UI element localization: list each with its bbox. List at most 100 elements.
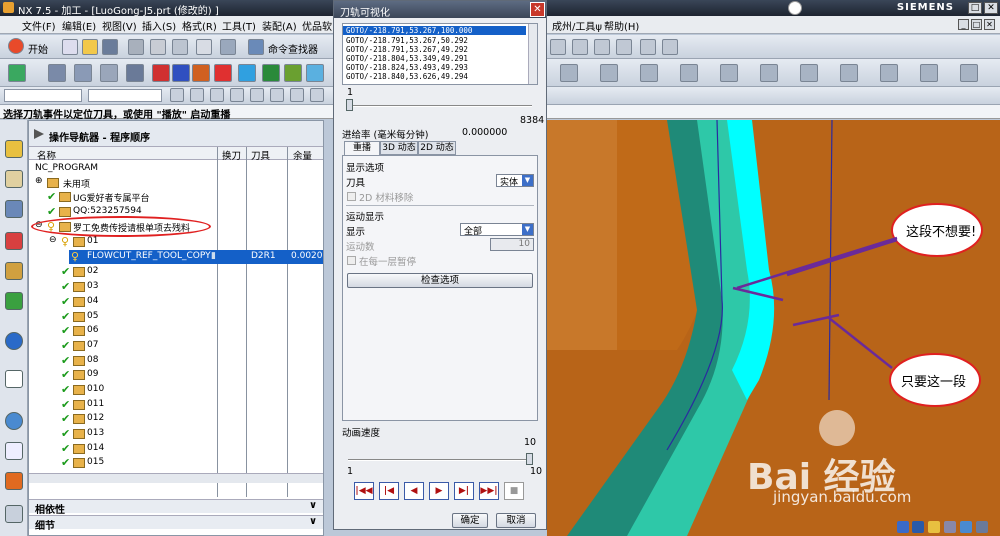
ok-button[interactable]: 确定 (452, 513, 488, 528)
palette-icon[interactable] (5, 292, 23, 310)
paste-icon[interactable] (172, 39, 188, 55)
filter-icon-1[interactable] (170, 88, 184, 102)
goto-line-selected[interactable]: GOTO/-218.791,53.267,100.000 (343, 26, 526, 35)
menu-edit[interactable]: 编辑(E) (62, 18, 96, 33)
view-icon-4[interactable] (680, 64, 698, 82)
play-reverse-button[interactable]: ◀ (404, 482, 424, 500)
details-panel[interactable]: 细节 ∨ (29, 515, 323, 532)
pin-icon[interactable] (34, 129, 44, 139)
goto-list[interactable]: GOTO/-218.791,53.267,100.000 GOTO/-218.7… (342, 23, 538, 85)
tree-row-group[interactable]: ✔ 013 (29, 427, 319, 441)
tree-row-group[interactable]: ✔ 03 (29, 280, 319, 294)
menu-assembly[interactable]: 装配(A) (262, 18, 297, 33)
tab-2d-dynamic[interactable]: 2D 动态 (418, 141, 456, 155)
tree-row-group[interactable]: ✔ 05 (29, 310, 319, 324)
view-icon-5[interactable] (720, 64, 738, 82)
position-slider-knob[interactable] (346, 99, 353, 111)
filter-icon-6[interactable] (270, 88, 284, 102)
tree-row-group[interactable]: ✔ 015 (29, 456, 319, 470)
material-remove-checkbox[interactable] (347, 192, 356, 201)
tree-row-group[interactable]: ✔ UG爱好者专属平台 (29, 190, 319, 204)
column-name[interactable]: 名称 (37, 148, 56, 162)
new-file-icon[interactable] (62, 39, 78, 55)
tree-row-group[interactable]: ✔ 07 (29, 339, 319, 353)
bottom-resource-icon[interactable] (5, 505, 23, 523)
part-navigator-icon[interactable] (5, 200, 23, 218)
column-tool[interactable]: 刀具 (251, 148, 270, 162)
step-back-button[interactable]: |◀ (379, 482, 399, 500)
operation-navigator-icon[interactable] (5, 232, 23, 250)
collapse-minus-icon[interactable]: ⊖ (49, 235, 57, 245)
bucket-icon[interactable] (284, 64, 302, 82)
fast-forward-to-end-button[interactable]: ▶▶| (479, 482, 499, 500)
assembly-navigator-icon[interactable] (5, 140, 23, 158)
menu-plugin[interactable]: 优品软 (302, 18, 332, 33)
display-mode-dropdown[interactable]: 全部 ▼ (460, 223, 534, 237)
goto-line[interactable]: GOTO/-218.804,53.349,49.291 (346, 54, 468, 63)
menu-tools[interactable]: 工具(T) (222, 18, 256, 33)
tree-row-group[interactable]: ✔ 012 (29, 412, 319, 426)
create-program-icon[interactable] (48, 64, 66, 82)
solid-cube-icon[interactable] (262, 64, 280, 82)
view-icon-10[interactable] (920, 64, 938, 82)
cut-icon[interactable] (128, 39, 144, 55)
cam-green-icon[interactable] (8, 64, 26, 82)
tab-3d-dynamic[interactable]: 3D 动态 (380, 141, 418, 155)
tree-row-nc-program[interactable]: NC_PROGRAM (29, 162, 319, 176)
check-options-button[interactable]: 检查选项 (347, 273, 533, 288)
expand-plus-icon[interactable]: ⊕ (35, 176, 43, 186)
view-icon-8[interactable] (840, 64, 858, 82)
view-icon-3[interactable] (640, 64, 658, 82)
cube-icon[interactable] (238, 64, 256, 82)
undo-icon[interactable] (220, 39, 236, 55)
list-scrollbar[interactable] (528, 24, 537, 84)
generate-icon[interactable] (152, 64, 170, 82)
tool-display-dropdown[interactable]: 实体 ▼ (496, 174, 534, 188)
goto-line[interactable]: GOTO/-218.791,53.267,50.292 (346, 36, 468, 45)
view-icon-2[interactable] (600, 64, 618, 82)
view-icon-1[interactable] (560, 64, 578, 82)
goto-line[interactable]: GOTO/-218.840,53.626,49.294 (346, 72, 468, 81)
filter-icon-5[interactable] (250, 88, 264, 102)
column-toolchange[interactable]: 换刀 (222, 148, 241, 162)
tree-row-group[interactable]: ✔ 014 (29, 442, 319, 456)
tree-row-group[interactable]: ✔ 04 (29, 295, 319, 309)
type-filter-dropdown[interactable] (4, 89, 82, 102)
dropdown-arrow-icon[interactable]: ▼ (522, 175, 533, 186)
tab-replay[interactable]: 重播 (344, 141, 380, 156)
create-geometry-icon[interactable] (100, 64, 118, 82)
chamfer-icon[interactable] (662, 39, 678, 55)
tree-row-group[interactable]: ✔ 09 (29, 368, 319, 382)
constraint-navigator-icon[interactable] (5, 170, 23, 188)
menu-view[interactable]: 视图(V) (102, 18, 137, 33)
view-icon-6[interactable] (760, 64, 778, 82)
sketch-curve-icon[interactable] (550, 39, 566, 55)
view-icon-9[interactable] (880, 64, 898, 82)
ime-icon[interactable] (912, 521, 924, 533)
inner-window-controls[interactable]: _ □ ✕ (958, 19, 996, 31)
chevron-down-icon[interactable]: ∨ (309, 516, 317, 527)
speed-slider-track[interactable] (348, 459, 532, 461)
view-icon-7[interactable] (800, 64, 818, 82)
history-icon[interactable] (5, 370, 23, 388)
cancel-button[interactable]: 取消 (496, 513, 536, 528)
shape-icon[interactable] (594, 39, 610, 55)
step-forward-button[interactable]: ▶| (454, 482, 474, 500)
window-maximize-button[interactable]: □ (968, 2, 982, 14)
goto-line[interactable]: GOTO/-218.824,53.493,49.293 (346, 63, 468, 72)
open-folder-icon[interactable] (82, 39, 98, 55)
hole-icon[interactable] (616, 39, 632, 55)
graphics-viewport[interactable]: 这段不想要! 只要这一段 Bai 经验 jingyan.baidu.com (547, 120, 1000, 536)
tree-row-group[interactable]: ✔ 06 (29, 324, 319, 338)
dialog-close-button[interactable]: ✕ (530, 2, 545, 17)
moon-icon[interactable] (928, 521, 940, 533)
motion-count-field[interactable]: 10 (490, 238, 534, 251)
command-finder-icon[interactable] (248, 39, 264, 55)
tree-row-operation-selected[interactable]: ♀ FLOWCUT_REF_TOOL_COPY ▮ D2R1 0.0020 (69, 250, 323, 264)
tray-icon[interactable] (976, 521, 988, 533)
chevron-down-icon[interactable]: ∨ (309, 500, 317, 511)
create-tool-icon[interactable] (74, 64, 92, 82)
pause-each-layer-checkbox[interactable] (347, 256, 356, 265)
column-stock[interactable]: 余量 (293, 148, 312, 162)
dropdown-arrow-icon[interactable]: ▼ (522, 224, 533, 235)
